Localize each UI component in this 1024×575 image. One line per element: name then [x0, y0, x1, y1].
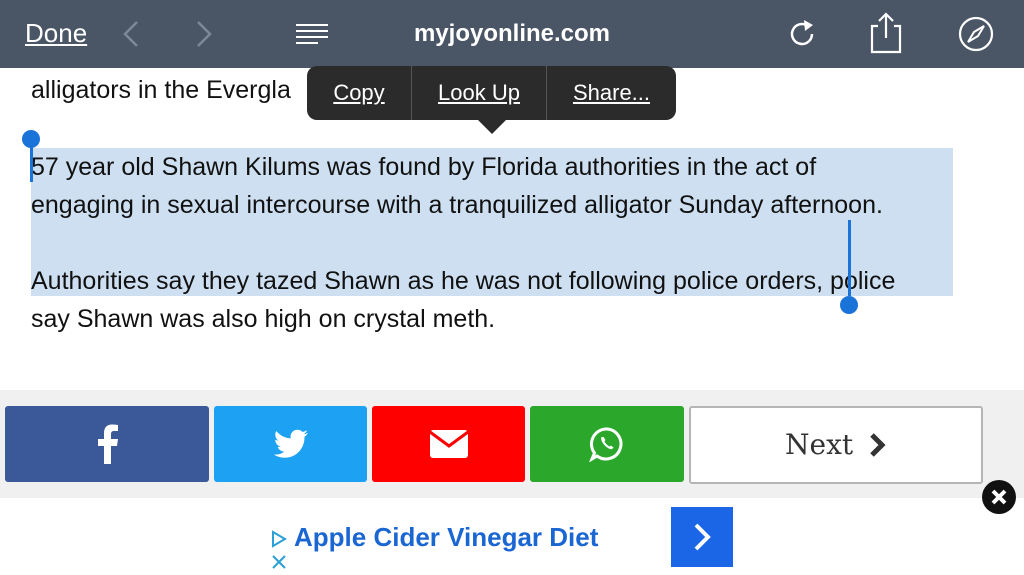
facebook-share-button[interactable]	[5, 406, 209, 482]
close-share-bar-button[interactable]	[982, 480, 1016, 514]
copy-menu-item[interactable]: Copy	[307, 66, 411, 120]
selection-start-caret	[30, 142, 33, 182]
next-article-button[interactable]: Next	[689, 406, 983, 484]
twitter-bird-icon	[273, 429, 308, 458]
close-icon	[991, 489, 1007, 505]
facebook-icon	[98, 424, 118, 464]
whatsapp-share-button[interactable]	[530, 406, 684, 482]
advertisement-banner[interactable]: Apple Cider Vinegar Diet	[0, 498, 1024, 575]
share-icon[interactable]	[866, 10, 906, 56]
ad-open-button[interactable]	[671, 507, 733, 567]
article-paragraph-line: engaging in sexual intercourse with a tr…	[31, 191, 883, 219]
ad-headline[interactable]: Apple Cider Vinegar Diet	[294, 522, 598, 553]
chevron-right-icon	[694, 523, 711, 551]
text-context-menu: Copy Look Up Share...	[307, 66, 676, 120]
email-share-button[interactable]	[372, 406, 525, 482]
ad-close-icon[interactable]	[271, 554, 287, 570]
share-menu-item[interactable]: Share...	[547, 66, 676, 120]
twitter-share-button[interactable]	[214, 406, 367, 482]
envelope-icon	[428, 430, 469, 458]
ad-choices-icon[interactable]	[270, 530, 288, 548]
context-menu-pointer	[478, 120, 506, 134]
next-label: Next	[785, 428, 854, 461]
article-paragraph-line: Authorities say they tazed Shawn as he w…	[31, 267, 896, 295]
reload-icon[interactable]	[782, 14, 822, 54]
compass-icon[interactable]	[956, 14, 996, 54]
look-up-menu-item[interactable]: Look Up	[412, 66, 546, 120]
whatsapp-icon	[589, 427, 623, 462]
browser-toolbar: Done myjoyonline.com	[0, 0, 1024, 68]
chevron-right-icon	[870, 433, 886, 457]
selection-end-caret	[848, 220, 851, 296]
article-paragraph-line: alligators in the Evergla	[31, 76, 291, 104]
article-paragraph-line: say Shawn was also high on crystal meth.	[31, 305, 496, 333]
article-paragraph-line: 57 year old Shawn Kilums was found by Fl…	[31, 153, 817, 181]
selection-end-handle[interactable]	[840, 296, 858, 314]
